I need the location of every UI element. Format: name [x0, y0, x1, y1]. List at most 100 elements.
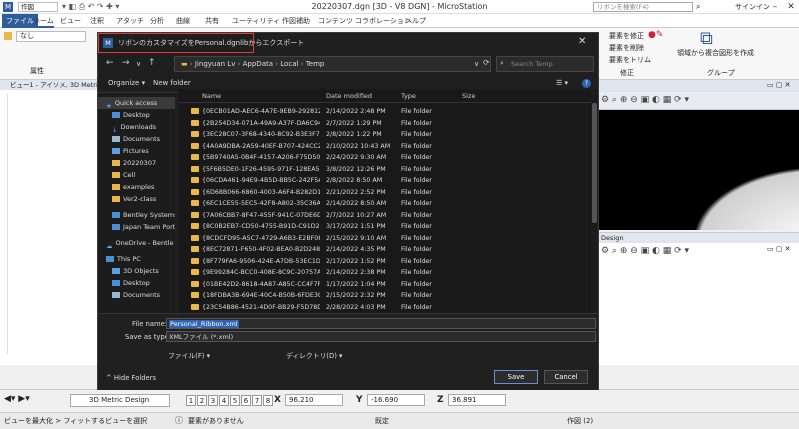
z-field[interactable]: 36.891: [448, 394, 506, 406]
nav-item-documents[interactable]: Documents: [98, 133, 175, 145]
table-row[interactable]: {8EC72871-F650-4F02-BEA0-B2D248933... 2/1…: [178, 244, 591, 255]
table-row[interactable]: {4A0A9DBA-2A59-40EF-B707-424CC2AB... 2/10…: [178, 141, 591, 152]
view-8-button[interactable]: 8: [263, 395, 273, 406]
nav-item-20220307[interactable]: 20220307: [98, 157, 175, 169]
tab-curves[interactable]: 曲線: [176, 16, 190, 26]
view-1-button[interactable]: 1: [186, 395, 196, 406]
dialog-search-input[interactable]: Search Temp: [496, 56, 594, 72]
view-4-button[interactable]: 4: [219, 395, 229, 406]
table-row[interactable]: {5F6B5DE0-1F26-4595-971F-128EA5DF8... 3/8…: [178, 164, 591, 175]
tab-drawing-aids[interactable]: 作図補助: [282, 16, 310, 26]
tab-utilities[interactable]: ユーティリティ: [232, 16, 280, 26]
file-name-input[interactable]: Personal_Ribbon.xml: [166, 318, 596, 329]
nav-item-bentley[interactable]: Bentley Systems, In: [98, 209, 175, 221]
x-field[interactable]: 96.210: [285, 394, 343, 406]
nav-item-cell[interactable]: Cell: [98, 169, 175, 181]
address-dropdown-icon[interactable]: ∨: [474, 60, 479, 68]
up-arrow-icon[interactable]: ↑: [148, 58, 156, 68]
nav-item-pictures[interactable]: Pictures: [98, 145, 175, 157]
view-window-3[interactable]: Design ▭ ▢ ✕ ⚙ ⌕ ⊕ ⊖ ▣ ◐ ▦ ⟳ ▾: [597, 232, 799, 365]
view-options-icon[interactable]: ☰ ▾: [556, 79, 568, 87]
level-icon[interactable]: [4, 32, 12, 40]
table-row[interactable]: {18FDBA3B-694E-40C4-B50B-6FDE3C042... 2/1…: [178, 290, 591, 301]
view-tools-icon[interactable]: ⚙ ⌕ ⊕ ⊖ ▣ ◐ ▦ ⟳ ▾: [601, 246, 689, 256]
organize-button[interactable]: Organize ▾: [108, 79, 145, 87]
table-row[interactable]: {2B254D34-071A-49A9-A37F-DA6C9493... 2/7/…: [178, 118, 591, 129]
view-tools-icon[interactable]: ⚙ ⌕ ⊕ ⊖ ▣ ◐ ▦ ⟳ ▾: [601, 95, 689, 105]
nav-item-onedrive[interactable]: ☁ OneDrive - Bentle: [98, 237, 175, 249]
nav-item-japan-team[interactable]: Japan Team Port: [98, 221, 175, 233]
column-size[interactable]: Size: [462, 92, 475, 100]
breadcrumb-appdata[interactable]: AppData: [243, 60, 273, 68]
nav-item-downloads[interactable]: ↓ Downloads: [98, 121, 175, 133]
nav-item-3d-objects[interactable]: 3D Objects: [98, 265, 175, 277]
level-combo[interactable]: なし: [16, 31, 86, 42]
tab-share[interactable]: 共有: [205, 16, 219, 26]
view-canvas[interactable]: [597, 110, 799, 230]
table-row[interactable]: {01BE42D2-8618-4A87-A85C-CC4F7F2A... 1/17…: [178, 279, 591, 290]
table-row[interactable]: {23C54B86-4521-4D0F-BB29-F5D78DAA... 2/28…: [178, 302, 591, 313]
region-icon[interactable]: ⧉: [700, 28, 713, 49]
view-toolbar[interactable]: ⚙ ⌕ ⊕ ⊖ ▣ ◐ ▦ ⟳ ▾: [597, 92, 799, 110]
window-controls-icon[interactable]: ▭ ▢ ✕: [767, 245, 791, 253]
delete-element-button[interactable]: 要素を削除: [609, 43, 644, 53]
color-icon[interactable]: ●✎: [648, 30, 663, 40]
recent-dropdown-icon[interactable]: ∨: [136, 60, 141, 68]
search-icon[interactable]: ⌕: [696, 2, 700, 12]
view-window-2[interactable]: ▭ ▢ ✕ ⚙ ⌕ ⊕ ⊖ ▣ ◐ ▦ ⟳ ▾: [597, 80, 799, 230]
tab-view[interactable]: ビュー: [60, 16, 81, 26]
tab-analyze[interactable]: 分析: [150, 16, 164, 26]
view-3-button[interactable]: 3: [208, 395, 218, 406]
tab-collaboration[interactable]: コラボレーション: [355, 16, 411, 26]
nav-item-examples[interactable]: examples: [98, 181, 175, 193]
save-as-type-select[interactable]: XMLファイル (*.xml): [166, 331, 596, 342]
table-row[interactable]: {8C0B2EB7-CD50-4755-B91D-C91D2B47... 3/17…: [178, 221, 591, 232]
close-icon[interactable]: ✕: [578, 36, 586, 47]
tab-attach[interactable]: アタッチ: [116, 16, 144, 26]
table-row[interactable]: {8CDCFD95-A5C7-4729-A6B3-E2BF0896... 2/15…: [178, 233, 591, 244]
table-row[interactable]: {3EC28C07-3F68-4340-8C92-B3E3F71220... 2/…: [178, 129, 591, 140]
table-row[interactable]: {0ECB01AD-AEC6-4A7E-9EB9-292812D1... 2/14…: [178, 106, 591, 117]
table-row[interactable]: {5B9740A5-0B4F-4157-A206-F75D5006F... 2/2…: [178, 152, 591, 163]
save-button[interactable]: Save: [494, 370, 538, 384]
forward-arrow-icon[interactable]: →: [122, 58, 130, 68]
view-toolbar[interactable]: [2, 94, 8, 354]
refresh-icon[interactable]: ⟳: [483, 58, 490, 67]
hide-folders-button[interactable]: ^ Hide Folders: [106, 374, 156, 382]
ribbon-search-input[interactable]: リボンを検索(F4): [593, 2, 693, 12]
nav-item-this-pc[interactable]: This PC: [98, 253, 175, 265]
new-folder-button[interactable]: New folder: [153, 79, 191, 87]
sign-in-link[interactable]: サインイン: [735, 2, 770, 12]
help-icon[interactable]: ?: [582, 79, 591, 88]
scrollbar-thumb[interactable]: [592, 103, 597, 223]
view-6-button[interactable]: 6: [241, 395, 251, 406]
tab-annotate[interactable]: 注釈: [90, 16, 104, 26]
back-forward-icon[interactable]: ◀▾ ▶▾: [4, 394, 30, 404]
view-5-button[interactable]: 5: [230, 395, 240, 406]
nav-item-ver2-class[interactable]: Ver2-class: [98, 193, 175, 205]
nav-item-desktop-pc[interactable]: Desktop: [98, 277, 175, 289]
table-row[interactable]: {06CDA461-94E9-4B5D-BB5C-242F5A45... 2/8/…: [178, 175, 591, 186]
modify-element-button[interactable]: 要素を修正: [609, 31, 644, 41]
file-dropdown[interactable]: ファイル(F) ▾: [168, 350, 210, 360]
column-name[interactable]: Name: [202, 92, 221, 100]
breadcrumb-local[interactable]: Local: [280, 60, 298, 68]
tab-help[interactable]: ヘルプ: [405, 16, 426, 26]
cancel-button[interactable]: Cancel: [544, 370, 588, 384]
minimize-icon[interactable]: –: [767, 0, 783, 14]
view-2-button[interactable]: 2: [197, 395, 207, 406]
breadcrumb-temp[interactable]: Temp: [306, 60, 325, 68]
nav-item-desktop[interactable]: Desktop: [98, 109, 175, 121]
trim-element-button[interactable]: 要素をトリム: [609, 55, 651, 65]
directory-dropdown[interactable]: ディレクトリ(D) ▾: [286, 350, 342, 360]
tab-content[interactable]: コンテンツ: [318, 16, 353, 26]
create-region-button[interactable]: 領域から複合図形を作成: [677, 48, 754, 58]
nav-item-documents-pc[interactable]: Documents: [98, 289, 175, 301]
y-field[interactable]: -16.690: [367, 394, 425, 406]
table-row[interactable]: {9E99284C-BCC0-408E-8C9C-20757A032... 2/1…: [178, 267, 591, 278]
model-select[interactable]: 3D Metric Design: [70, 394, 170, 407]
tab-home[interactable]: ホーム: [33, 16, 54, 28]
table-row[interactable]: {7A06CBB7-8F47-455F-941C-07DE6D9B7... 2/7…: [178, 210, 591, 221]
back-arrow-icon[interactable]: ←: [106, 58, 114, 68]
breadcrumb-user[interactable]: Jingyuan Lv: [195, 60, 235, 68]
